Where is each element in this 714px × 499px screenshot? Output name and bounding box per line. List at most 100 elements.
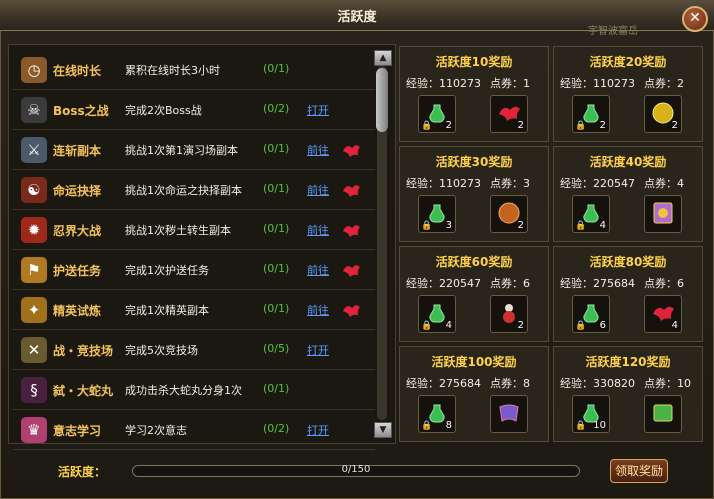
red-bird-icon (343, 145, 360, 157)
lock-icon: 🔒 (421, 421, 433, 431)
task-row: § 弑・大蛇丸 成功击杀大蛇丸分身1次 (0/1) (13, 371, 375, 410)
reward-title: 活跃度40奖励 (589, 155, 667, 169)
reward-slot[interactable]: 🔒 3 (418, 195, 456, 233)
item-count: 4 (445, 320, 452, 331)
task-progress: (0/5) (263, 342, 290, 355)
task-go-link[interactable]: 前往 (307, 262, 329, 278)
task-progress: (0/1) (263, 262, 290, 275)
reward-slot[interactable]: 4 (644, 295, 682, 333)
reward-title: 活跃度120奖励 (585, 355, 671, 369)
task-go-link[interactable]: 打开 (307, 342, 329, 358)
reward-card: 活跃度10奖励 经验：110273 点券：1 🔒 2 2 (399, 46, 549, 142)
task-progress: (0/1) (263, 182, 290, 195)
reward-slot[interactable]: 🔒 2 (572, 95, 610, 133)
task-go-link[interactable]: 打开 (307, 422, 329, 438)
reward-coupon: 点券：2 (644, 77, 684, 90)
arena-icon: ✕ (21, 337, 47, 363)
task-description: 累积在线时长3小时 (125, 64, 220, 77)
task-row: ⚔ 连斩副本 挑战1次第1演习场副本 (0/1) 前往 (13, 131, 375, 170)
activity-label: 活跃度： (58, 465, 107, 479)
task-name: 意志学习 (53, 424, 102, 438)
task-row: ✦ 精英试炼 完成1次精英副本 (0/1) 前往 (13, 291, 375, 330)
task-name: Boss之战 (53, 104, 109, 118)
reward-exp: 经验：220547 (406, 277, 481, 290)
task-name: 忍界大战 (53, 224, 102, 238)
task-list: ◷ 在线时长 累积在线时长3小时 (0/1) ☠ Boss之战 完成2次Boss… (8, 44, 396, 450)
reward-title: 活跃度20奖励 (589, 55, 667, 69)
lock-icon: 🔒 (575, 121, 587, 131)
task-name: 精英试炼 (53, 304, 102, 318)
reward-title: 活跃度60奖励 (435, 255, 513, 269)
task-name: 弑・大蛇丸 (53, 384, 114, 398)
reward-coupon: 点券：4 (644, 177, 684, 190)
reward-exp: 经验：110273 (560, 77, 635, 90)
will-icon: ♛ (21, 417, 47, 443)
reward-slot[interactable] (644, 195, 682, 233)
item-count: 10 (593, 420, 606, 431)
reward-slot[interactable] (490, 395, 528, 433)
reward-title: 活跃度10奖励 (435, 55, 513, 69)
scroll-down-button[interactable]: ▼ (374, 422, 392, 438)
task-go-link[interactable]: 前往 (307, 182, 329, 198)
task-progress: (0/1) (263, 142, 290, 155)
item-count: 2 (517, 220, 524, 231)
task-name: 战・竞技场 (53, 344, 114, 358)
item-count: 3 (445, 220, 452, 231)
task-scrollbar[interactable]: ▲ ▼ (374, 50, 392, 438)
lock-icon: 🔒 (421, 221, 433, 231)
reward-slot[interactable] (644, 395, 682, 433)
item-count: 2 (517, 120, 524, 131)
scroll-up-button[interactable]: ▲ (374, 50, 392, 66)
task-progress: (0/2) (263, 102, 290, 115)
reward-slot[interactable]: 🔒 8 (418, 395, 456, 433)
item-count: 2 (445, 120, 452, 131)
reward-exp: 经验：275684 (560, 277, 635, 290)
reward-slot[interactable]: 🔒 4 (418, 295, 456, 333)
reward-title: 活跃度100奖励 (431, 355, 517, 369)
reward-slot[interactable]: 🔒 4 (572, 195, 610, 233)
task-description: 完成5次竞技场 (125, 344, 198, 357)
reward-slot[interactable]: 🔒 10 (572, 395, 610, 433)
red-bird-icon (343, 225, 360, 237)
snake-icon: § (21, 377, 47, 403)
task-name: 连斩副本 (53, 144, 102, 158)
task-go-link[interactable]: 前往 (307, 302, 329, 318)
red-bird-icon (343, 305, 360, 317)
task-description: 完成1次护送任务 (125, 264, 209, 277)
boss-icon: ☠ (21, 97, 47, 123)
reward-slot[interactable]: 🔒 2 (418, 95, 456, 133)
lock-icon: 🔒 (421, 121, 433, 131)
reward-title: 活跃度80奖励 (589, 255, 667, 269)
lock-icon: 🔒 (575, 321, 587, 331)
task-name: 在线时长 (53, 64, 102, 78)
title-bar[interactable]: 活跃度 宇智波富岳 ✕ (0, 0, 714, 37)
claim-reward-button[interactable]: 领取奖励 (610, 459, 668, 483)
fate-icon: ☯ (21, 177, 47, 203)
close-button[interactable]: ✕ (682, 6, 708, 32)
item-count: 4 (599, 220, 606, 231)
reward-exp: 经验：220547 (560, 177, 635, 190)
reward-card: 活跃度80奖励 经验：275684 点券：6 🔒 6 4 (553, 246, 703, 342)
fire-icon: ✹ (21, 217, 47, 243)
reward-slot[interactable]: 2 (490, 195, 528, 233)
task-go-link[interactable]: 前往 (307, 142, 329, 158)
task-row: ♛ 意志学习 学习2次意志 (0/2) 打开 (13, 411, 375, 450)
scroll-thumb[interactable] (376, 68, 388, 132)
reward-card: 活跃度100奖励 经验：275684 点券：8 🔒 8 (399, 346, 549, 442)
reward-card: 活跃度20奖励 经验：110273 点券：2 🔒 2 2 (553, 46, 703, 142)
reward-slot[interactable]: 🔒 6 (572, 295, 610, 333)
task-row: ⚑ 护送任务 完成1次护送任务 (0/1) 前往 (13, 251, 375, 290)
clock-icon: ◷ (21, 57, 47, 83)
reward-slot[interactable]: 2 (490, 95, 528, 133)
reward-exp: 经验：275684 (406, 377, 481, 390)
reward-slot[interactable]: 2 (490, 295, 528, 333)
reward-exp: 经验：110273 (406, 77, 481, 90)
task-description: 成功击杀大蛇丸分身1次 (125, 384, 242, 397)
reward-exp: 经验：330820 (560, 377, 635, 390)
item-count: 2 (517, 320, 524, 331)
task-go-link[interactable]: 打开 (307, 102, 329, 118)
red-bird-icon (343, 185, 360, 197)
reward-slot[interactable]: 2 (644, 95, 682, 133)
task-go-link[interactable]: 前往 (307, 222, 329, 238)
task-row: ✕ 战・竞技场 完成5次竞技场 (0/5) 打开 (13, 331, 375, 370)
